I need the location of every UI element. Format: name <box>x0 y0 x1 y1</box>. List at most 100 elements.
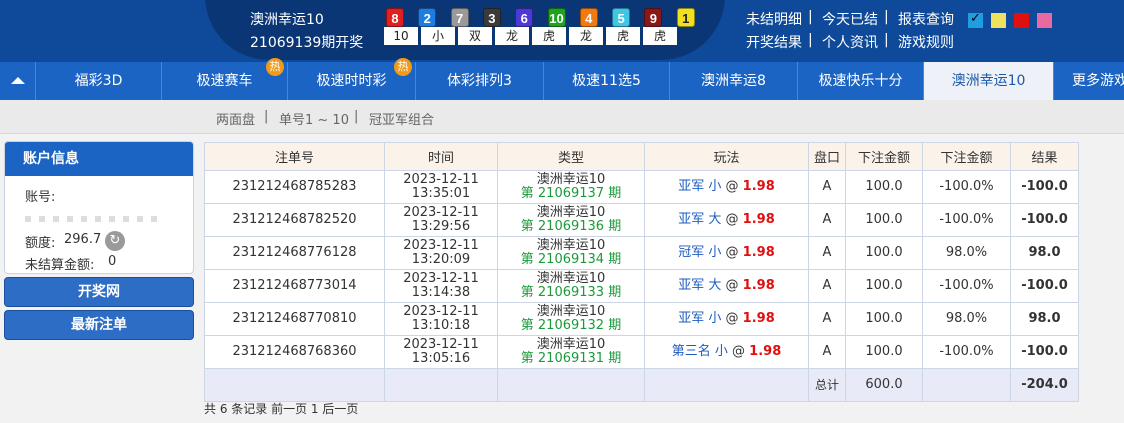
bet-type-cell: 澳洲幸运10 第 21069133 期 <box>497 269 645 303</box>
bet-date: 2023-12-11 <box>403 337 479 352</box>
bet-date: 2023-12-11 <box>403 205 479 220</box>
link-today-settled[interactable]: 今天已结 <box>822 9 878 29</box>
bet-market: A <box>808 203 846 237</box>
bet-play: 第三名 小 <box>671 344 728 359</box>
bet-result: -100.0 <box>1010 269 1079 303</box>
bet-odds: 1.98 <box>742 212 775 227</box>
theme-swatch-yellow[interactable] <box>991 13 1006 28</box>
bet-market: A <box>808 335 846 369</box>
nav-tab-au-lucky8[interactable]: 澳洲幸运8 <box>670 62 798 100</box>
link-unsettled-details[interactable]: 未结明细 <box>746 9 802 29</box>
header-separator: | <box>884 32 889 48</box>
nav-tab-speed-racing[interactable]: 极速赛车热 <box>162 58 288 100</box>
bet-game: 澳洲幸运10 <box>536 271 606 286</box>
at-sign: @ <box>725 179 739 194</box>
table-total-row: 总计 600.0 -204.0 <box>204 368 1079 402</box>
account-info-title: 账户信息 <box>5 142 193 176</box>
col-header-amount-2: 下注金额 <box>922 142 1011 171</box>
bet-time-cell: 2023-12-11 13:14:38 <box>384 269 498 303</box>
bet-amount: 100.0 <box>845 335 923 369</box>
bet-id: 231212468785283 <box>204 170 385 204</box>
bet-time: 13:10:18 <box>411 318 471 333</box>
col-header-market: 盘口 <box>808 142 846 171</box>
bet-play-cell: 冠军 小 @ 1.98 <box>644 236 809 270</box>
hot-badge: 热 <box>266 58 284 76</box>
hot-badge: 热 <box>394 58 412 76</box>
subnav-single-number[interactable]: 单号1 ~ 10 <box>279 109 349 128</box>
bet-play-cell: 亚军 大 @ 1.98 <box>644 269 809 303</box>
bet-time-cell: 2023-12-11 13:05:16 <box>384 335 498 369</box>
bet-play: 亚军 小 <box>678 311 722 326</box>
subnav-two-sides[interactable]: 两面盘 <box>216 109 255 128</box>
result-stat: 龙 <box>495 27 529 45</box>
at-sign: @ <box>725 212 739 227</box>
bet-period: 第 21069132 期 <box>520 318 622 333</box>
bet-time: 13:29:56 <box>411 219 471 234</box>
account-info-panel: 账户信息 账号: 额度: 296.7 ↻ 未结算金额: 0 <box>4 141 194 274</box>
table-row: 231212468785283 2023-12-11 13:35:01 澳洲幸运10 第… <box>204 170 1079 204</box>
nav-tab-speed-happy10[interactable]: 极速快乐十分 <box>798 62 924 100</box>
link-personal-info[interactable]: 个人资讯 <box>822 32 878 52</box>
subnav-champion-combo[interactable]: 冠亚军组合 <box>369 109 434 128</box>
bet-amount: 100.0 <box>845 203 923 237</box>
latest-bets-button[interactable]: 最新注单 <box>4 310 194 340</box>
nav-tab-speed-11x5[interactable]: 极速11选5 <box>544 62 670 100</box>
bet-market: A <box>808 302 846 336</box>
theme-swatch-blue[interactable]: ✓ <box>968 11 983 28</box>
at-sign: @ <box>725 245 739 260</box>
theme-swatch-red[interactable] <box>1014 13 1029 28</box>
result-ball: 8 <box>386 8 404 27</box>
bet-period: 第 21069134 期 <box>520 252 622 267</box>
nav-tab-label: 极速时时彩 <box>316 73 387 89</box>
top-header: 澳洲幸运10 21069139期开奖 8 2 7 3 6 10 4 5 9 1 10 小双龙虎龙虎虎… <box>0 0 1124 62</box>
bet-result: -100.0 <box>1010 170 1079 204</box>
at-sign: @ <box>725 278 739 293</box>
refresh-icon[interactable]: ↻ <box>105 231 125 251</box>
table-row: 231212468770810 2023-12-11 13:10:18 澳洲幸运10 第… <box>204 302 1079 336</box>
bet-id: 231212468770810 <box>204 302 385 336</box>
nav-tab-label: 更多游戏 <box>1072 73 1124 89</box>
at-sign: @ <box>732 344 746 359</box>
result-ball: 1 <box>676 8 695 27</box>
result-stat: 双 <box>458 27 492 45</box>
link-report-query[interactable]: 报表查询 <box>898 9 954 29</box>
nav-tab-speed-ssc[interactable]: 极速时时彩热 <box>288 58 416 100</box>
bet-game: 澳洲幸运10 <box>536 304 606 319</box>
link-draw-results[interactable]: 开奖结果 <box>746 32 802 52</box>
link-game-rules[interactable]: 游戏规则 <box>898 32 954 52</box>
bet-odds: 1.98 <box>749 344 782 359</box>
unsettled-value: 0 <box>108 254 117 269</box>
bet-id: 231212468768360 <box>204 335 385 369</box>
bet-id: 231212468773014 <box>204 269 385 303</box>
result-ball: 7 <box>450 8 469 27</box>
bet-odds: 1.98 <box>742 245 775 260</box>
bet-market: A <box>808 269 846 303</box>
col-header-amount: 下注金额 <box>845 142 923 171</box>
bet-result: 98.0 <box>1010 302 1079 336</box>
nav-collapse-button[interactable] <box>0 62 36 100</box>
bet-play-cell: 亚军 大 @ 1.98 <box>644 203 809 237</box>
bet-date: 2023-12-11 <box>403 271 479 286</box>
bet-date: 2023-12-11 <box>403 172 479 187</box>
table-row: 231212468782520 2023-12-11 13:29:56 澳洲幸运10 第… <box>204 203 1079 237</box>
col-header-bet-id: 注单号 <box>204 142 385 171</box>
bet-type-cell: 澳洲幸运10 第 21069137 期 <box>497 170 645 204</box>
bet-type-cell: 澳洲幸运10 第 21069132 期 <box>497 302 645 336</box>
bet-rebate: -100.0% <box>922 203 1011 237</box>
nav-tab-au-lucky10[interactable]: 澳洲幸运10 <box>924 62 1054 100</box>
bet-play-cell: 亚军 小 @ 1.98 <box>644 302 809 336</box>
total-amount: 600.0 <box>845 368 923 402</box>
nav-tab-pl3[interactable]: 体彩排列3 <box>416 62 544 100</box>
result-ball: 4 <box>579 8 598 27</box>
nav-tab-fc3d[interactable]: 福彩3D <box>36 62 162 100</box>
nav-tab-label: 极速快乐十分 <box>818 73 903 89</box>
bet-date: 2023-12-11 <box>403 238 479 253</box>
subnav-separator: | <box>264 109 269 124</box>
nav-tab-more-games[interactable]: 更多游戏 <box>1054 62 1124 100</box>
draw-site-button[interactable]: 开奖网 <box>4 277 194 307</box>
bet-odds: 1.98 <box>742 179 775 194</box>
at-sign: @ <box>725 311 739 326</box>
theme-swatch-pink[interactable] <box>1037 13 1052 28</box>
header-separator: | <box>884 9 889 25</box>
result-stat: 虎 <box>643 27 677 45</box>
